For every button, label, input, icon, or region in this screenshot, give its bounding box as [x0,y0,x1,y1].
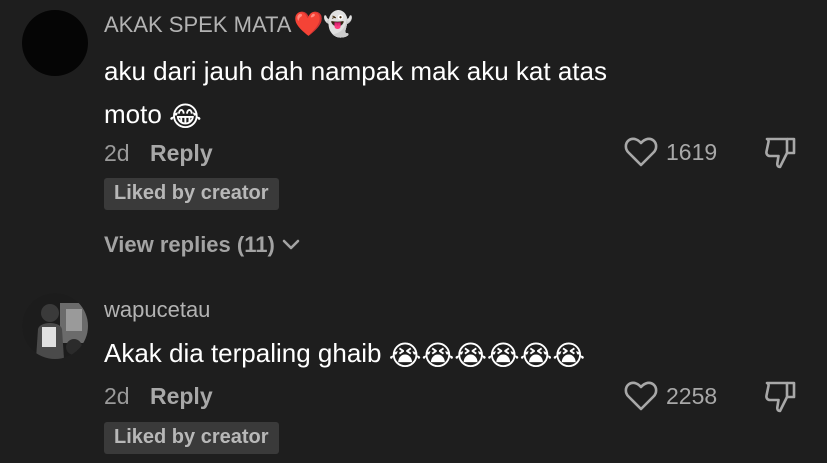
username-text[interactable]: AKAK SPEK MATA [104,12,291,38]
dislike-button[interactable] [762,378,798,419]
laughing-emoji: 😂 [169,101,202,132]
like-button[interactable]: 2258 [624,380,717,412]
comment-text-line-2: moto [104,99,162,129]
comment-text: Akak dia terpaling ghaib 😭😭😭😭😭😭 [104,332,585,377]
like-count: 1619 [666,138,718,165]
username-text[interactable]: wapucetau [104,297,210,323]
comment-username[interactable]: wapucetau [104,297,210,323]
heart-outline-icon [624,381,658,411]
thumbs-down-icon [765,381,796,413]
comment-meta: 2d Reply [104,140,213,167]
thumbs-down-icon [765,137,796,169]
comment-username[interactable]: AKAK SPEK MATA ❤️👻 [104,12,353,38]
like-count: 2258 [666,382,718,409]
avatar[interactable] [22,293,88,359]
chevron-down-icon [282,239,300,250]
comment-meta: 2d Reply [104,383,213,410]
view-replies-button[interactable]: View replies (11) [104,232,301,258]
comment-text-line-1: aku dari jauh dah nampak mak aku kat ata… [104,56,607,86]
username-emoji: ❤️👻 [293,11,354,38]
reply-button[interactable]: Reply [150,383,213,409]
comment-time: 2d [104,140,130,166]
crying-emoji-row: 😭😭😭😭😭😭 [388,340,586,371]
reply-button[interactable]: Reply [150,140,213,166]
avatar[interactable] [22,10,88,76]
heart-outline-icon [624,137,658,167]
like-button[interactable]: 1619 [624,136,717,168]
comment-text: aku dari jauh dah nampak mak aku kat ata… [104,50,607,138]
avatar-photo [22,293,88,359]
view-replies-label[interactable]: View replies (11) [104,232,275,258]
liked-by-creator-badge: Liked by creator [104,178,279,210]
comment-text-line-1: Akak dia terpaling ghaib [104,338,382,368]
comment-time: 2d [104,383,130,409]
liked-by-creator-badge: Liked by creator [104,422,279,454]
dislike-button[interactable] [762,134,798,175]
